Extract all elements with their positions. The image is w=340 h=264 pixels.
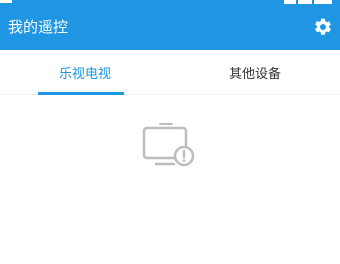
tab-letv[interactable]: 乐视电视 bbox=[0, 50, 170, 95]
status-bar-right bbox=[284, 0, 332, 4]
tab-bar: 乐视电视 其他设备 bbox=[0, 50, 340, 95]
tab-other-devices[interactable]: 其他设备 bbox=[170, 50, 340, 95]
tab-letv-label: 乐视电视 bbox=[58, 67, 111, 82]
settings-button[interactable] bbox=[312, 16, 334, 38]
app-bar: 我的遥控 bbox=[0, 0, 340, 50]
page-title: 我的遥控 bbox=[8, 18, 69, 36]
tv-alert-icon bbox=[142, 123, 195, 167]
gear-icon bbox=[315, 18, 331, 35]
tab-indicator bbox=[38, 92, 124, 95]
status-bar bbox=[0, 0, 340, 6]
status-bar-left bbox=[0, 0, 12, 3]
tab-other-devices-label: 其他设备 bbox=[228, 67, 281, 82]
